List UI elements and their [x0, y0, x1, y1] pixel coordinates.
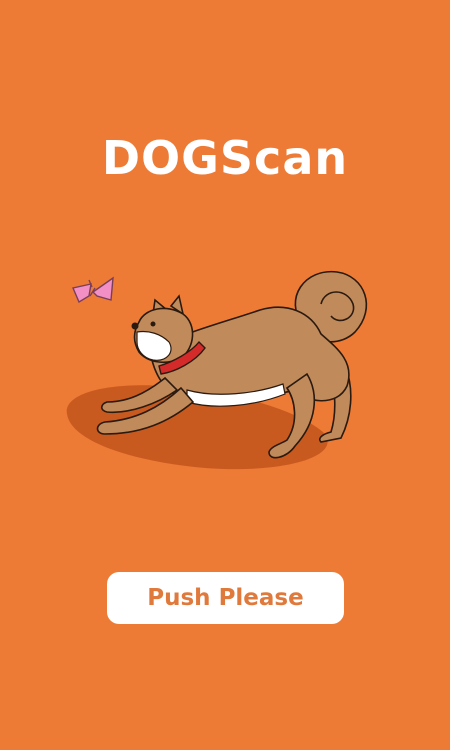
dog-head — [131, 294, 194, 364]
dog-illustration — [66, 270, 368, 470]
butterfly-icon — [72, 276, 114, 304]
push-please-button[interactable]: Push Please — [107, 572, 344, 624]
splash-screen: DOGScan Push Please — [0, 0, 450, 750]
app-title: DOGScan — [101, 131, 349, 185]
